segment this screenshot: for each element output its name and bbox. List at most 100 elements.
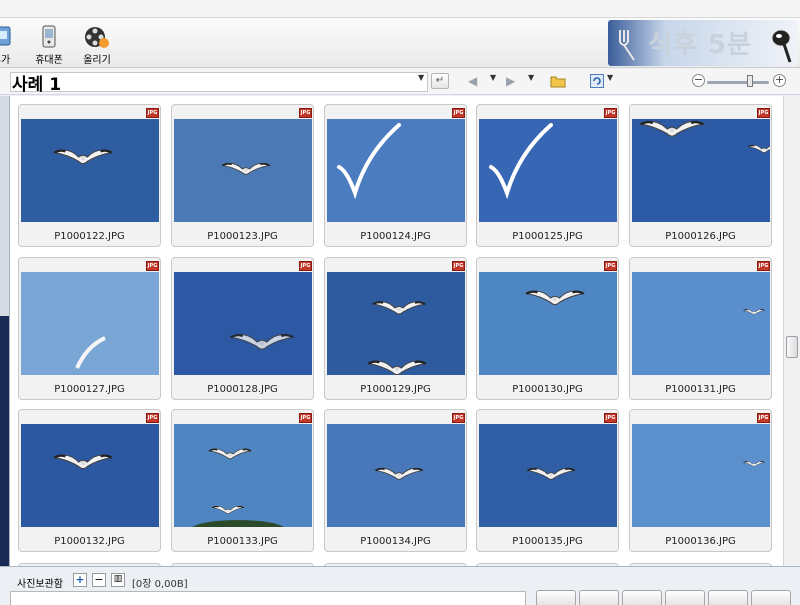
spoon-icon <box>771 29 792 63</box>
minus-icon[interactable]: − <box>92 573 106 587</box>
photo-tile[interactable]: JPG P1000130.JPG <box>476 257 619 400</box>
view-dropdown-icon[interactable]: ▼ <box>607 73 613 82</box>
photo-tile[interactable]: JPG P1000132.JPG <box>18 409 161 552</box>
vertical-scrollbar[interactable] <box>783 96 800 566</box>
path-text: 사례 1 <box>12 75 62 95</box>
photo-thumbnail[interactable] <box>174 424 312 527</box>
photo-action-4-icon[interactable] <box>665 590 705 605</box>
photo-tile[interactable]: JPG P1000127.JPG <box>18 257 161 400</box>
photo-tile[interactable]: JPG P1000122.JPG <box>18 104 161 247</box>
add-button[interactable]: 추가 <box>0 24 24 66</box>
add-icon <box>0 26 11 46</box>
photo-filename: P1000134.JPG <box>360 536 431 547</box>
path-field[interactable] <box>10 72 428 92</box>
photo-action-6-icon[interactable] <box>751 590 791 605</box>
photo-filename: P1000131.JPG <box>665 384 736 395</box>
plus-icon[interactable]: + <box>73 573 87 587</box>
zoom-out-icon[interactable]: − <box>692 74 705 87</box>
photo-thumbnail[interactable] <box>632 424 770 527</box>
title-strip <box>0 0 800 18</box>
photo-filename: P1000130.JPG <box>512 384 583 395</box>
photo-action-1-icon[interactable] <box>536 590 576 605</box>
photo-tile[interactable]: JPG P1000129.JPG <box>324 257 467 400</box>
back-dropdown-icon[interactable]: ▼ <box>490 73 496 82</box>
phone-label: 휴대폰 <box>35 55 63 66</box>
jpg-badge-icon: JPG <box>604 261 617 271</box>
back-icon[interactable]: ◀ <box>468 74 477 88</box>
photo-action-5-icon[interactable] <box>708 590 748 605</box>
photo-thumbnail[interactable] <box>632 272 770 375</box>
photo-filename: P1000123.JPG <box>207 231 278 242</box>
photo-tile[interactable]: JPG P1000136.JPG <box>629 409 772 552</box>
zoom-slider-handle[interactable] <box>747 75 753 87</box>
forward-dropdown-icon[interactable]: ▼ <box>528 73 534 82</box>
zoom-slider[interactable] <box>707 81 769 84</box>
banner-text: 식후 5분 <box>648 30 752 60</box>
photo-thumbnail[interactable] <box>327 272 465 375</box>
photo-box-bar: 사진보관함 + − ▥ [0장 0,00B] <box>0 566 800 605</box>
jpg-badge-icon: JPG <box>757 413 770 423</box>
photo-filename: P1000124.JPG <box>360 231 431 242</box>
jpg-badge-icon: JPG <box>146 413 159 423</box>
photo-tile[interactable]: JPG P1000131.JPG <box>629 257 772 400</box>
path-dropdown-icon[interactable]: ▼ <box>418 73 424 82</box>
photo-thumbnail[interactable] <box>174 119 312 222</box>
thumbnail-grid[interactable]: JPG P1000122.JPG JPG P1000123.JPG JPG P1… <box>10 96 783 566</box>
photo-thumbnail[interactable] <box>21 424 159 527</box>
photo-filename: P1000128.JPG <box>207 384 278 395</box>
photo-thumbnail[interactable] <box>327 119 465 222</box>
photo-tile[interactable]: JPG P1000123.JPG <box>171 104 314 247</box>
photo-tile[interactable]: JPG P1000135.JPG <box>476 409 619 552</box>
photo-action-3-icon[interactable] <box>622 590 662 605</box>
photo-tile[interactable]: JPG P1000134.JPG <box>324 409 467 552</box>
jpg-badge-icon: JPG <box>604 108 617 118</box>
scrollbar-thumb[interactable] <box>786 336 798 358</box>
photo-tile[interactable]: JPG P1000128.JPG <box>171 257 314 400</box>
photo-filename: P1000135.JPG <box>512 536 583 547</box>
folder-pane[interactable] <box>0 96 10 566</box>
photo-thumbnail[interactable] <box>632 119 770 222</box>
photo-thumbnail[interactable] <box>21 272 159 375</box>
photo-tile[interactable]: JPG P1000133.JPG <box>171 409 314 552</box>
upload-label: 올리기 <box>83 55 111 66</box>
jpg-badge-icon: JPG <box>452 108 465 118</box>
refresh-icon[interactable] <box>590 74 604 88</box>
photo-filename: P1000129.JPG <box>360 384 431 395</box>
jpg-badge-icon: JPG <box>299 108 312 118</box>
jpg-badge-icon: JPG <box>146 261 159 271</box>
photo-filename: P1000136.JPG <box>665 536 736 547</box>
jpg-badge-icon: JPG <box>299 261 312 271</box>
photo-thumbnail[interactable] <box>479 424 617 527</box>
photo-tile[interactable]: JPG P1000124.JPG <box>324 104 467 247</box>
add-label: 추가 <box>0 55 11 66</box>
go-button[interactable]: ↵ <box>431 73 449 89</box>
photo-box-count: [0장 0,00B] <box>132 579 188 590</box>
photo-thumbnail[interactable] <box>174 272 312 375</box>
zoom-in-icon[interactable]: + <box>773 74 786 87</box>
jpg-badge-icon: JPG <box>757 108 770 118</box>
film-upload-icon <box>85 27 109 48</box>
jpg-badge-icon: JPG <box>452 261 465 271</box>
jpg-badge-icon: JPG <box>452 413 465 423</box>
jpg-badge-icon: JPG <box>757 261 770 271</box>
photo-thumbnail[interactable] <box>21 119 159 222</box>
photo-filename: P1000127.JPG <box>54 384 125 395</box>
photo-filename: P1000126.JPG <box>665 231 736 242</box>
upload-button[interactable]: 올리기 <box>74 24 120 66</box>
photo-thumbnail[interactable] <box>327 424 465 527</box>
phone-button[interactable]: 휴대폰 <box>26 24 72 66</box>
photo-tile[interactable]: JPG P1000126.JPG <box>629 104 772 247</box>
photo-thumbnail[interactable] <box>479 272 617 375</box>
main-toolbar: 추가 휴대폰 올리기 식후 5분 <box>0 18 800 68</box>
ad-banner[interactable]: 식후 5분 <box>608 20 798 66</box>
forward-icon[interactable]: ▶ <box>506 74 515 88</box>
photo-tile[interactable]: JPG P1000125.JPG <box>476 104 619 247</box>
trash-icon[interactable]: ▥ <box>111 573 125 587</box>
photo-filename: P1000122.JPG <box>54 231 125 242</box>
photo-thumbnail[interactable] <box>479 119 617 222</box>
photo-filename: P1000125.JPG <box>512 231 583 242</box>
fork-icon <box>619 30 635 61</box>
photo-box-field[interactable] <box>10 591 526 605</box>
photo-action-2-icon[interactable] <box>579 590 619 605</box>
folder-icon[interactable] <box>550 74 566 88</box>
